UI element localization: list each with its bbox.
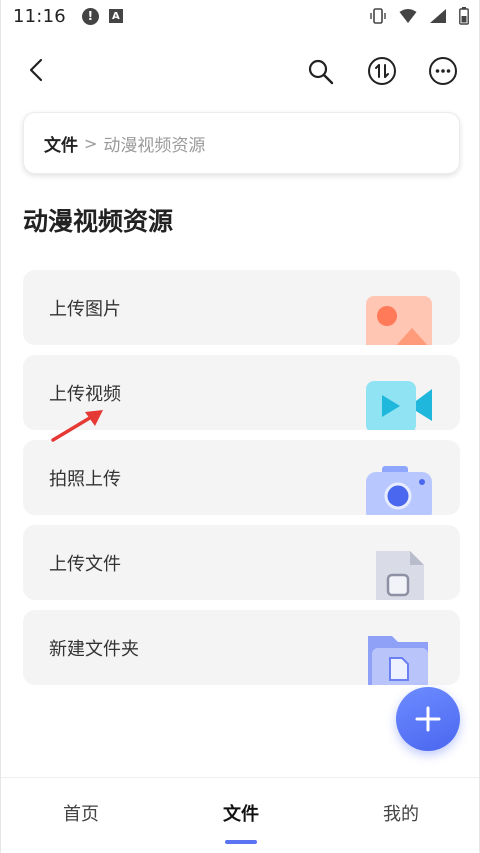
add-fab-button[interactable]	[396, 687, 460, 751]
status-system-icons	[369, 7, 469, 25]
action-label: 上传文件	[49, 554, 121, 575]
annotation-arrow-icon	[51, 410, 103, 442]
action-label: 上传视频	[49, 384, 121, 405]
upload-actions-list: 上传图片 上传视频 拍照上传 上传文件 新建文件夹	[23, 270, 460, 695]
more-icon[interactable]	[428, 56, 458, 86]
vibrate-icon	[370, 8, 386, 24]
breadcrumb-root[interactable]: 文件	[44, 131, 78, 156]
alert-icon: !	[81, 7, 99, 25]
page-title: 动漫视频资源	[23, 207, 174, 236]
header-toolbar	[1, 48, 479, 92]
action-label: 拍照上传	[49, 469, 121, 490]
camera-icon	[366, 466, 432, 515]
status-time: 11:16	[13, 5, 66, 27]
bottom-navigation: 首页 文件 我的	[1, 777, 479, 853]
action-label: 新建文件夹	[49, 639, 139, 660]
take-photo-card[interactable]: 拍照上传	[23, 440, 460, 515]
back-icon[interactable]	[25, 58, 49, 82]
breadcrumb-separator: >	[84, 133, 98, 153]
action-label: 上传图片	[49, 299, 121, 320]
breadcrumb: 文件 > 动漫视频资源	[23, 112, 460, 174]
wifi-icon	[399, 9, 417, 23]
image-icon	[366, 296, 432, 345]
a-badge-icon: A	[108, 9, 123, 23]
search-icon[interactable]	[307, 58, 335, 86]
nav-mine[interactable]: 我的	[361, 800, 441, 826]
signal-icon	[430, 9, 446, 23]
status-notification-icons: ! A	[81, 7, 123, 25]
plus-icon	[415, 706, 441, 732]
sort-icon[interactable]	[367, 56, 397, 86]
nav-home[interactable]: 首页	[41, 800, 121, 826]
status-bar: 11:16 ! A	[1, 0, 479, 32]
file-icon	[376, 551, 424, 600]
folder-icon	[368, 636, 428, 685]
battery-icon	[459, 7, 469, 25]
upload-image-card[interactable]: 上传图片	[23, 270, 460, 345]
active-tab-indicator	[225, 840, 257, 844]
new-folder-card[interactable]: 新建文件夹	[23, 610, 460, 685]
upload-file-card[interactable]: 上传文件	[23, 525, 460, 600]
phone-screen: 11:16 ! A 文件 > 动漫视频资源 动漫视频资源 上传图片 上传视频 拍…	[0, 0, 480, 853]
video-icon	[366, 381, 432, 430]
nav-files[interactable]: 文件	[201, 800, 281, 826]
breadcrumb-current: 动漫视频资源	[103, 135, 206, 156]
